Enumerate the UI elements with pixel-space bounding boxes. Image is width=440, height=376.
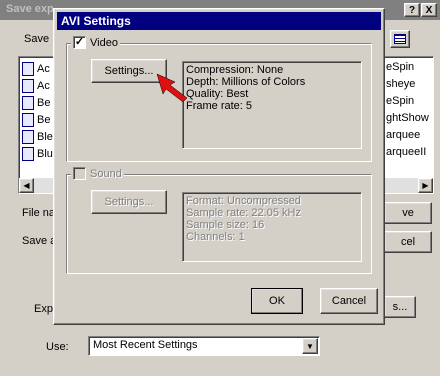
sound-info-line: Sample rate: 22.05 kHz — [186, 207, 301, 219]
list-item[interactable]: Ble — [22, 128, 53, 146]
cancel-dialog-button[interactable]: Cancel — [320, 288, 378, 314]
list-item[interactable]: Ac — [22, 77, 50, 95]
list-view-icon — [394, 34, 406, 44]
dialog-title: AVI Settings — [57, 12, 381, 30]
video-info-line: Quality: Best — [186, 88, 249, 100]
list-item[interactable]: eSpin — [386, 61, 414, 73]
sound-settings-button[interactable]: Settings... — [91, 190, 167, 214]
movie-file-icon — [22, 113, 34, 127]
sound-info-line: Sample size: 16 — [186, 219, 265, 231]
options-button[interactable]: s... — [384, 296, 416, 318]
list-item[interactable]: eSpin — [386, 95, 414, 107]
use-select-value: Most Recent Settings — [93, 339, 198, 351]
save-button[interactable]: ve — [384, 202, 432, 224]
scroll-left-icon[interactable]: ◀ — [19, 178, 34, 193]
list-item[interactable]: Ac — [22, 60, 50, 78]
list-item[interactable]: ghtShow — [386, 112, 429, 124]
checkbox-icon — [73, 167, 86, 180]
close-button[interactable]: X — [421, 3, 437, 17]
list-item[interactable]: Blu — [22, 145, 53, 163]
save-in-label: Save — [24, 33, 50, 45]
red-arrow-icon — [156, 73, 188, 103]
avi-settings-dialog: AVI Settings ✓ Video Settings... Compres… — [53, 8, 385, 325]
movie-file-icon — [22, 62, 34, 76]
save-as-label: Save a — [22, 235, 57, 247]
movie-file-icon — [22, 147, 34, 161]
list-item[interactable]: Be — [22, 111, 50, 129]
video-info-line: Depth: Millions of Colors — [186, 76, 306, 88]
video-info-line: Compression: None — [186, 64, 284, 76]
help-button[interactable]: ? — [404, 3, 420, 17]
cancel-button[interactable]: cel — [384, 231, 432, 253]
video-info-line: Frame rate: 5 — [186, 100, 253, 112]
movie-file-icon — [22, 79, 34, 93]
sound-info-line: Channels: 1 — [186, 231, 245, 243]
video-checkbox[interactable]: ✓ Video — [71, 36, 120, 49]
list-item[interactable]: arqueeII — [386, 146, 426, 158]
chevron-down-icon[interactable]: ▼ — [302, 338, 318, 354]
sound-info-line: Format: Uncompressed — [186, 195, 301, 207]
export-label: Exp — [34, 303, 53, 315]
details-view-button[interactable] — [390, 30, 410, 48]
sound-info-box: Format: Uncompressed Sample rate: 22.05 … — [182, 192, 362, 262]
list-item[interactable]: arquee — [386, 129, 420, 141]
list-item[interactable]: sheye — [386, 78, 415, 90]
file-name-label: File na — [22, 207, 56, 219]
scroll-right-icon[interactable]: ▶ — [418, 178, 433, 193]
list-item[interactable]: Be — [22, 94, 50, 112]
movie-file-icon — [22, 96, 34, 110]
checkmark-icon: ✓ — [73, 36, 86, 49]
movie-file-icon — [22, 130, 34, 144]
sound-checkbox[interactable]: Sound — [71, 167, 124, 180]
video-info-box: Compression: None Depth: Millions of Col… — [182, 61, 362, 149]
use-select[interactable]: Most Recent Settings ▼ — [88, 336, 320, 356]
ok-button[interactable]: OK — [251, 288, 303, 314]
use-label: Use: — [46, 341, 69, 353]
